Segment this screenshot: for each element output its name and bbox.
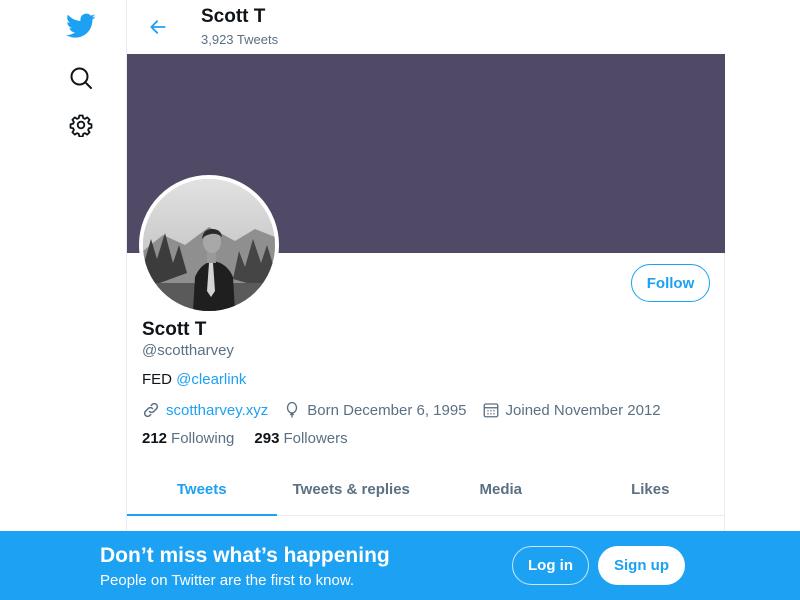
following-count: 212 <box>142 430 168 447</box>
search-icon[interactable] <box>66 63 96 93</box>
prompt-subtitle: People on Twitter are the first to know. <box>100 572 355 589</box>
profile-handle: @scottharvey <box>142 342 234 359</box>
balloon-icon <box>283 401 307 419</box>
signup-button[interactable]: Sign up <box>598 546 685 585</box>
follow-button[interactable]: Follow <box>631 264 710 302</box>
tab-label: Media <box>479 480 522 498</box>
website-link[interactable]: scottharvey.xyz <box>166 402 268 419</box>
calendar-icon <box>482 401 506 419</box>
bio-text: FED <box>142 371 172 388</box>
joined-text: Joined November 2012 <box>505 401 661 419</box>
profile-name: Scott T <box>142 319 207 340</box>
tab-label: Tweets & replies <box>292 480 410 498</box>
profile-tabs: Tweets Tweets & replies Media Likes <box>127 463 725 516</box>
tab-media[interactable]: Media <box>426 463 576 515</box>
followers-stat[interactable]: 293 Followers <box>254 430 347 447</box>
back-arrow-icon[interactable] <box>143 12 173 42</box>
followers-count: 293 <box>254 430 280 447</box>
tab-tweets[interactable]: Tweets <box>127 463 277 516</box>
link-icon <box>142 401 166 419</box>
tab-label: Tweets <box>176 480 227 498</box>
website-meta: scottharvey.xyz <box>142 401 268 419</box>
left-nav <box>0 0 126 600</box>
profile-stats: 212 Following 293 Followers <box>142 430 368 447</box>
profile-header: Scott T 3,923 Tweets <box>127 0 725 54</box>
birthday-text: Born December 6, 1995 <box>307 401 467 419</box>
following-label: Following <box>171 430 235 447</box>
tab-label: Likes <box>631 480 670 498</box>
header-name: Scott T <box>201 6 266 27</box>
tab-tweets-and-replies[interactable]: Tweets & replies <box>277 463 427 515</box>
login-button[interactable]: Log in <box>512 546 589 585</box>
avatar[interactable] <box>139 175 279 315</box>
profile-bio: FED @clearlink <box>142 371 246 388</box>
twitter-logo-icon[interactable] <box>66 11 96 41</box>
signup-prompt-bar: Don’t miss what’s happening People on Tw… <box>0 531 800 600</box>
profile-meta: scottharvey.xyz Born December 6, 1995 Jo… <box>142 400 676 420</box>
tab-likes[interactable]: Likes <box>576 463 726 515</box>
header-tweet-count: 3,923 Tweets <box>201 32 279 47</box>
gear-icon[interactable] <box>66 110 96 140</box>
birthday-meta: Born December 6, 1995 <box>283 401 467 419</box>
active-tab-indicator <box>127 514 277 516</box>
bio-mention-link[interactable]: @clearlink <box>176 371 246 388</box>
joined-meta: Joined November 2012 <box>482 401 661 419</box>
followers-label: Followers <box>283 430 348 447</box>
prompt-title: Don’t miss what’s happening <box>100 544 390 567</box>
following-stat[interactable]: 212 Following <box>142 430 234 447</box>
profile-column: Scott T 3,923 Tweets Follow Scott T @sco <box>126 0 725 600</box>
